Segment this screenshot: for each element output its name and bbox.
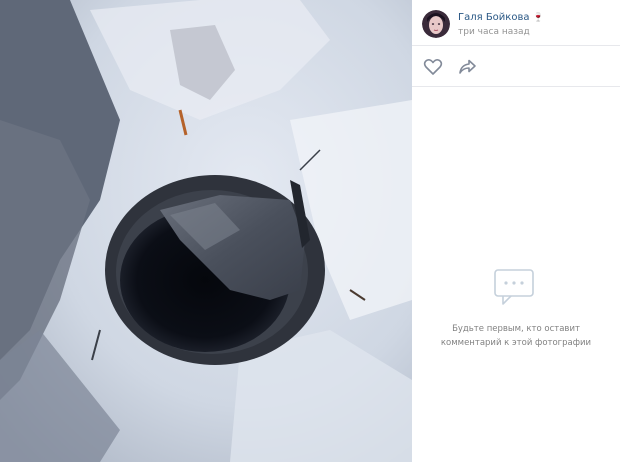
info-panel: Галя Бойкова 🍷 три часа назад Будьте пер…: [412, 0, 620, 462]
comments-icon: [494, 269, 534, 305]
post-actions: [422, 56, 612, 78]
author-name[interactable]: Галя Бойкова: [458, 12, 529, 23]
post-author: Галя Бойкова 🍷 три часа назад: [422, 10, 618, 40]
share-arrow-icon: [459, 59, 476, 74]
wine-glass-icon: 🍷: [532, 13, 544, 23]
photo[interactable]: [0, 0, 412, 462]
post-timestamp[interactable]: три часа назад: [458, 27, 530, 37]
divider: [412, 86, 620, 87]
author-name-link[interactable]: Галя Бойкова 🍷: [458, 12, 544, 23]
comments-empty-state: Будьте первым, кто оставит комментарий к…: [412, 268, 620, 350]
photo-viewer: Галя Бойкова 🍷 три часа назад Будьте пер…: [0, 0, 620, 462]
comments-empty-text: Будьте первым, кто оставит комментарий к…: [440, 324, 592, 348]
heart-icon: [423, 59, 443, 75]
like-button[interactable]: [422, 56, 444, 78]
divider: [412, 45, 620, 46]
avatar[interactable]: [422, 10, 450, 38]
share-button[interactable]: [456, 56, 478, 78]
photo-image: [0, 0, 412, 462]
